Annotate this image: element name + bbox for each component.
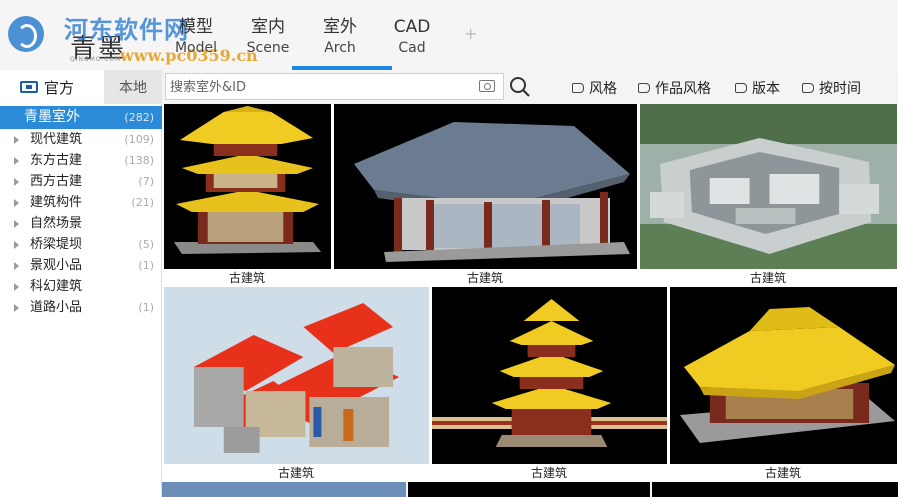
sidebar-item-road[interactable]: 道路小品 (1): [0, 297, 162, 318]
source-official-tab[interactable]: 官方: [0, 70, 104, 104]
sidebar-item-landscape[interactable]: 景观小品 (1): [0, 255, 162, 276]
model-card[interactable]: 古建筑: [162, 104, 332, 287]
sidebar-item-scifi[interactable]: 科幻建筑: [0, 276, 162, 297]
sidebar-item-count: (138): [124, 154, 154, 167]
tag-icon: [572, 83, 584, 93]
add-tab-button[interactable]: +: [464, 24, 477, 43]
model-card[interactable]: 古建筑: [162, 287, 430, 482]
sidebar-item-label: 景观小品: [30, 258, 83, 273]
sidebar-root-label: 青墨室外: [24, 109, 80, 125]
model-caption: 古建筑: [530, 466, 567, 480]
search-input[interactable]: [170, 77, 470, 97]
model-thumbnail: [432, 287, 667, 464]
model-thumbnail: [164, 104, 331, 269]
tab-model-label: 模型: [179, 17, 213, 37]
sidebar-item-eastern[interactable]: 东方古建 (138): [0, 150, 162, 171]
category-sidebar: 青墨室外 (282) 现代建筑 (109) 东方古建 (138) 西方古建 (7…: [0, 104, 162, 497]
filter-version[interactable]: 版本: [735, 78, 780, 98]
model-card[interactable]: [652, 482, 898, 497]
expand-arrow-icon[interactable]: [14, 199, 19, 207]
sidebar-item-count: (1): [138, 301, 154, 314]
expand-arrow-icon[interactable]: [14, 262, 19, 270]
brand-subtitle: QINGMO.COM: [70, 56, 122, 63]
model-card[interactable]: [408, 482, 650, 497]
sidebar-item-nature[interactable]: 自然场景: [0, 213, 162, 234]
sidebar-item-modern[interactable]: 现代建筑 (109): [0, 129, 162, 150]
model-thumbnail: [640, 104, 897, 269]
tab-scene-sublabel: Scene: [246, 40, 290, 56]
filter-style-label: 风格: [589, 81, 617, 97]
sidebar-item-count: (5): [138, 238, 154, 251]
tab-cad[interactable]: CAD Cad: [388, 16, 436, 58]
expand-arrow-icon[interactable]: [14, 283, 19, 291]
filter-by-time[interactable]: 按时间: [802, 78, 861, 98]
sidebar-item-label: 道路小品: [30, 300, 83, 315]
model-card[interactable]: 古建筑: [332, 104, 638, 287]
tag-icon: [638, 83, 650, 93]
tag-icon: [802, 83, 814, 93]
search-icon[interactable]: [509, 76, 531, 98]
sidebar-item-label: 自然场景: [30, 216, 83, 231]
search-box: [165, 73, 504, 100]
tab-model-sublabel: Model: [174, 40, 218, 56]
app-window: 青墨 QINGMO.COM 河东软件网 www.pc0359.cn 模型 Mod…: [0, 0, 898, 497]
expand-arrow-icon[interactable]: [14, 178, 19, 186]
sidebar-item-label: 东方古建: [30, 153, 83, 168]
expand-arrow-icon[interactable]: [14, 220, 19, 228]
filter-work-style-label: 作品风格: [655, 81, 711, 97]
sidebar-item-components[interactable]: 建筑构件 (21): [0, 192, 162, 213]
sidebar-item-western[interactable]: 西方古建 (7): [0, 171, 162, 192]
model-caption: 古建筑: [764, 466, 801, 480]
filter-work-style[interactable]: 作品风格: [638, 78, 711, 98]
model-caption: 古建筑: [228, 271, 265, 285]
expand-arrow-icon[interactable]: [14, 241, 19, 249]
model-card[interactable]: [162, 482, 406, 497]
source-official-label: 官方: [44, 78, 75, 97]
model-thumbnail: [334, 104, 637, 269]
filter-style[interactable]: 风格: [572, 78, 617, 98]
model-card[interactable]: 古建筑: [638, 104, 898, 287]
sidebar-item-count: (21): [131, 196, 154, 209]
tab-cad-sublabel: Cad: [398, 40, 426, 56]
model-caption: 古建筑: [749, 271, 786, 285]
model-thumbnail: [670, 287, 897, 464]
tab-arch[interactable]: 室外 Arch: [312, 16, 368, 58]
sidebar-item-count: (109): [124, 133, 154, 146]
sidebar-item-label: 桥梁堤坝: [30, 237, 83, 252]
tab-arch-sublabel: Arch: [324, 40, 356, 56]
sidebar-item-label: 科幻建筑: [30, 279, 83, 294]
tab-scene[interactable]: 室内 Scene: [242, 16, 294, 58]
tag-icon: [735, 83, 747, 93]
official-icon: [20, 81, 38, 93]
sidebar-item-label: 现代建筑: [30, 132, 83, 147]
filter-version-label: 版本: [752, 81, 780, 97]
sidebar-item-count: (7): [138, 175, 154, 188]
sidebar-root-count: (282): [124, 111, 154, 124]
tab-arch-label: 室外: [323, 17, 357, 37]
filter-by-time-label: 按时间: [819, 81, 861, 97]
source-local-tab[interactable]: 本地: [104, 70, 162, 104]
sidebar-item-root[interactable]: 青墨室外 (282): [0, 106, 162, 129]
expand-arrow-icon[interactable]: [14, 136, 19, 144]
logo-icon: [8, 16, 44, 52]
sidebar-item-label: 建筑构件: [30, 195, 83, 210]
header-bar: 青墨 QINGMO.COM 河东软件网 www.pc0359.cn 模型 Mod…: [0, 0, 898, 70]
tab-scene-label: 室内: [251, 17, 285, 37]
model-card[interactable]: 古建筑: [430, 287, 668, 482]
model-caption: 古建筑: [466, 271, 503, 285]
tab-model[interactable]: 模型 Model: [168, 16, 224, 58]
model-grid: 古建筑 古建筑 古建筑 古建筑 古建筑 古建筑: [162, 104, 898, 497]
sidebar-item-count: (1): [138, 259, 154, 272]
expand-arrow-icon[interactable]: [14, 304, 19, 312]
model-card[interactable]: 古建筑: [668, 287, 898, 482]
model-caption: 古建筑: [277, 466, 314, 480]
tab-cad-label: CAD: [393, 17, 431, 37]
sidebar-item-label: 西方古建: [30, 174, 83, 189]
model-thumbnail: [164, 287, 429, 464]
expand-arrow-icon[interactable]: [14, 157, 19, 165]
sidebar-item-bridges[interactable]: 桥梁堤坝 (5): [0, 234, 162, 255]
camera-icon[interactable]: [479, 80, 495, 92]
